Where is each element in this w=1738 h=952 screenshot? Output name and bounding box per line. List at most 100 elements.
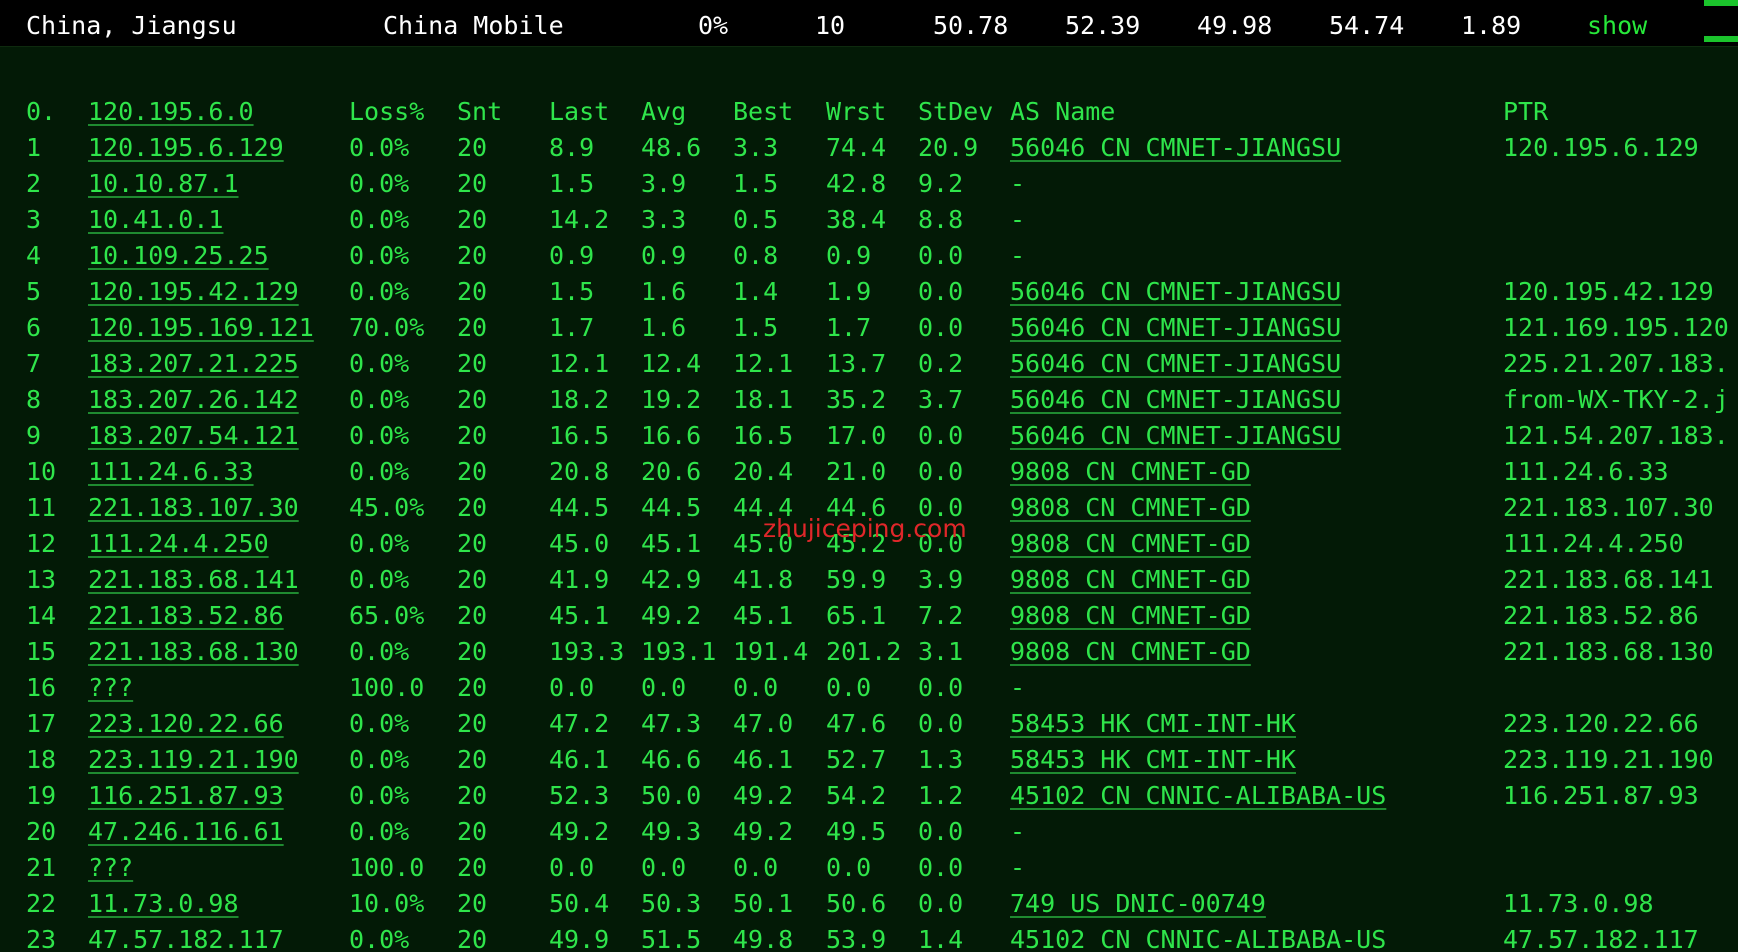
hop-avg: 3.3 (641, 205, 687, 234)
table-row: 23 47.57.182.117 0.0% 20 49.9 51.5 49.8 53.9 1.4… (0, 922, 1738, 952)
hop-as-name[interactable]: 56046 CN CMNET-JIANGSU (1010, 346, 1341, 382)
hop-ptr: 225.21.207.183. (1503, 349, 1729, 378)
hop-as-name[interactable]: 749 US DNIC-00749 (1010, 886, 1266, 922)
hop-as-name[interactable]: 45102 CN CNNIC-ALIBABA-US (1010, 922, 1386, 952)
hop-wrst: 74.4 (826, 133, 887, 162)
hop-host[interactable]: 221.183.68.141 (88, 562, 299, 598)
hop-as-name[interactable]: 9808 CN CMNET-GD (1010, 598, 1251, 634)
hop-best: 0.0 (733, 673, 779, 702)
hop-best: 191.4 (733, 637, 809, 666)
hop-host[interactable]: ??? (88, 670, 133, 706)
hop-host[interactable]: 221.183.52.86 (88, 598, 284, 634)
hop-wrst: 59.9 (826, 565, 887, 594)
hop-as-name: - (1010, 853, 1026, 882)
hop-host[interactable]: 120.195.42.129 (88, 274, 299, 310)
col-best-header: Best (733, 97, 794, 126)
hop-stdev: 1.4 (918, 925, 964, 952)
col-as-name-header: AS Name (1010, 97, 1116, 126)
hop-as-name[interactable]: 56046 CN CMNET-JIANGSU (1010, 310, 1341, 346)
hop-wrst: 21.0 (826, 457, 887, 486)
hop-wrst: 201.2 (826, 637, 902, 666)
hop-ptr: 223.120.22.66 (1503, 709, 1699, 738)
hop-last: 44.5 (549, 493, 610, 522)
hop-as-name[interactable]: 9808 CN CMNET-GD (1010, 526, 1251, 562)
hop-wrst: 52.7 (826, 745, 887, 774)
hop-host[interactable]: 47.57.182.117 (88, 922, 284, 952)
hop-as-name[interactable]: 9808 CN CMNET-GD (1010, 562, 1251, 598)
hop-best: 49.8 (733, 925, 794, 952)
hop-last: 47.2 (549, 709, 610, 738)
hop-wrst: 1.7 (826, 313, 872, 342)
col-snt-header: Snt (457, 97, 503, 126)
hop-avg: 16.6 (641, 421, 702, 450)
hop-wrst: 49.5 (826, 817, 887, 846)
hop-loss: 100.0 (349, 673, 425, 702)
hop-loss: 0.0% (349, 745, 410, 774)
hop-index: 7 (26, 349, 42, 378)
header-best: 49.98 (1197, 11, 1273, 40)
hop-as-name[interactable]: 58453 HK CMI-INT-HK (1010, 706, 1296, 742)
hop-as-name[interactable]: 56046 CN CMNET-JIANGSU (1010, 382, 1341, 418)
hop-host[interactable]: 223.120.22.66 (88, 706, 284, 742)
hop-stdev: 0.0 (918, 817, 964, 846)
hop-loss: 0.0% (349, 205, 410, 234)
hop-loss: 0.0% (349, 241, 410, 270)
hop-wrst: 13.7 (826, 349, 887, 378)
hop-avg: 45.1 (641, 529, 702, 558)
hop-host[interactable]: 47.246.116.61 (88, 814, 284, 850)
hop-as-name[interactable]: 9808 CN CMNET-GD (1010, 634, 1251, 670)
hop-index: 10 (26, 457, 57, 486)
hop-last: 16.5 (549, 421, 610, 450)
hop-as-name[interactable]: 9808 CN CMNET-GD (1010, 490, 1251, 526)
hop-host[interactable]: 183.207.21.225 (88, 346, 299, 382)
hop-last: 0.0 (549, 673, 595, 702)
hop-host[interactable]: 10.109.25.25 (88, 238, 269, 274)
hop-host[interactable]: 223.119.21.190 (88, 742, 299, 778)
hop-host[interactable]: ??? (88, 850, 133, 886)
hop-host[interactable]: 10.41.0.1 (88, 202, 223, 238)
hop-stdev: 20.9 (918, 133, 979, 162)
hop-avg: 49.2 (641, 601, 702, 630)
hop-loss: 0.0% (349, 781, 410, 810)
hop-as-name[interactable]: 9808 CN CMNET-GD (1010, 454, 1251, 490)
hop-ptr: 121.54.207.183. (1503, 421, 1729, 450)
hop-as-name[interactable]: 58453 HK CMI-INT-HK (1010, 742, 1296, 778)
hop-avg: 51.5 (641, 925, 702, 952)
hop-wrst: 35.2 (826, 385, 887, 414)
hop-best: 20.4 (733, 457, 794, 486)
hop-host[interactable]: 183.207.26.142 (88, 382, 299, 418)
hop-host[interactable]: 221.183.107.30 (88, 490, 299, 526)
hop-host[interactable]: 10.10.87.1 (88, 166, 239, 202)
hop-loss: 0.0% (349, 349, 410, 378)
col-loss-header: Loss% (349, 97, 425, 126)
hop-host[interactable]: 120.195.169.121 (88, 310, 314, 346)
hop-host[interactable]: 11.73.0.98 (88, 886, 239, 922)
hop-host[interactable]: 111.24.6.33 (88, 454, 254, 490)
hop-host[interactable]: 120.195.6.129 (88, 130, 284, 166)
hop-avg: 50.0 (641, 781, 702, 810)
hop-loss: 0.0% (349, 133, 410, 162)
hop-index: 5 (26, 277, 42, 306)
show-button[interactable]: show (1587, 8, 1647, 44)
hop-loss: 70.0% (349, 313, 425, 342)
hop-as-name[interactable]: 45102 CN CNNIC-ALIBABA-US (1010, 778, 1386, 814)
hop-wrst: 1.9 (826, 277, 872, 306)
hop-avg: 12.4 (641, 349, 702, 378)
hop-as-name[interactable]: 56046 CN CMNET-JIANGSU (1010, 418, 1341, 454)
table-row: 8 183.207.26.142 0.0% 20 18.2 19.2 18.1 35.2 3.7… (0, 382, 1738, 418)
hop-host[interactable]: 116.251.87.93 (88, 778, 284, 814)
hop-best: 50.1 (733, 889, 794, 918)
hop-ptr: 221.183.68.141 (1503, 565, 1714, 594)
hop-host[interactable]: 221.183.68.130 (88, 634, 299, 670)
hop-ptr: 47.57.182.117 (1503, 925, 1699, 952)
hop-as-name[interactable]: 56046 CN CMNET-JIANGSU (1010, 130, 1341, 166)
hop-stdev: 0.0 (918, 313, 964, 342)
hop-ptr: 221.183.107.30 (1503, 493, 1714, 522)
hop-as-name[interactable]: 56046 CN CMNET-JIANGSU (1010, 274, 1341, 310)
hop-host[interactable]: 111.24.4.250 (88, 526, 269, 562)
hop-host[interactable]: 183.207.54.121 (88, 418, 299, 454)
hop-stdev: 0.0 (918, 673, 964, 702)
hop-last: 1.5 (549, 277, 595, 306)
col-host-header[interactable]: 120.195.6.0 (88, 94, 254, 130)
hop-index: 13 (26, 565, 57, 594)
